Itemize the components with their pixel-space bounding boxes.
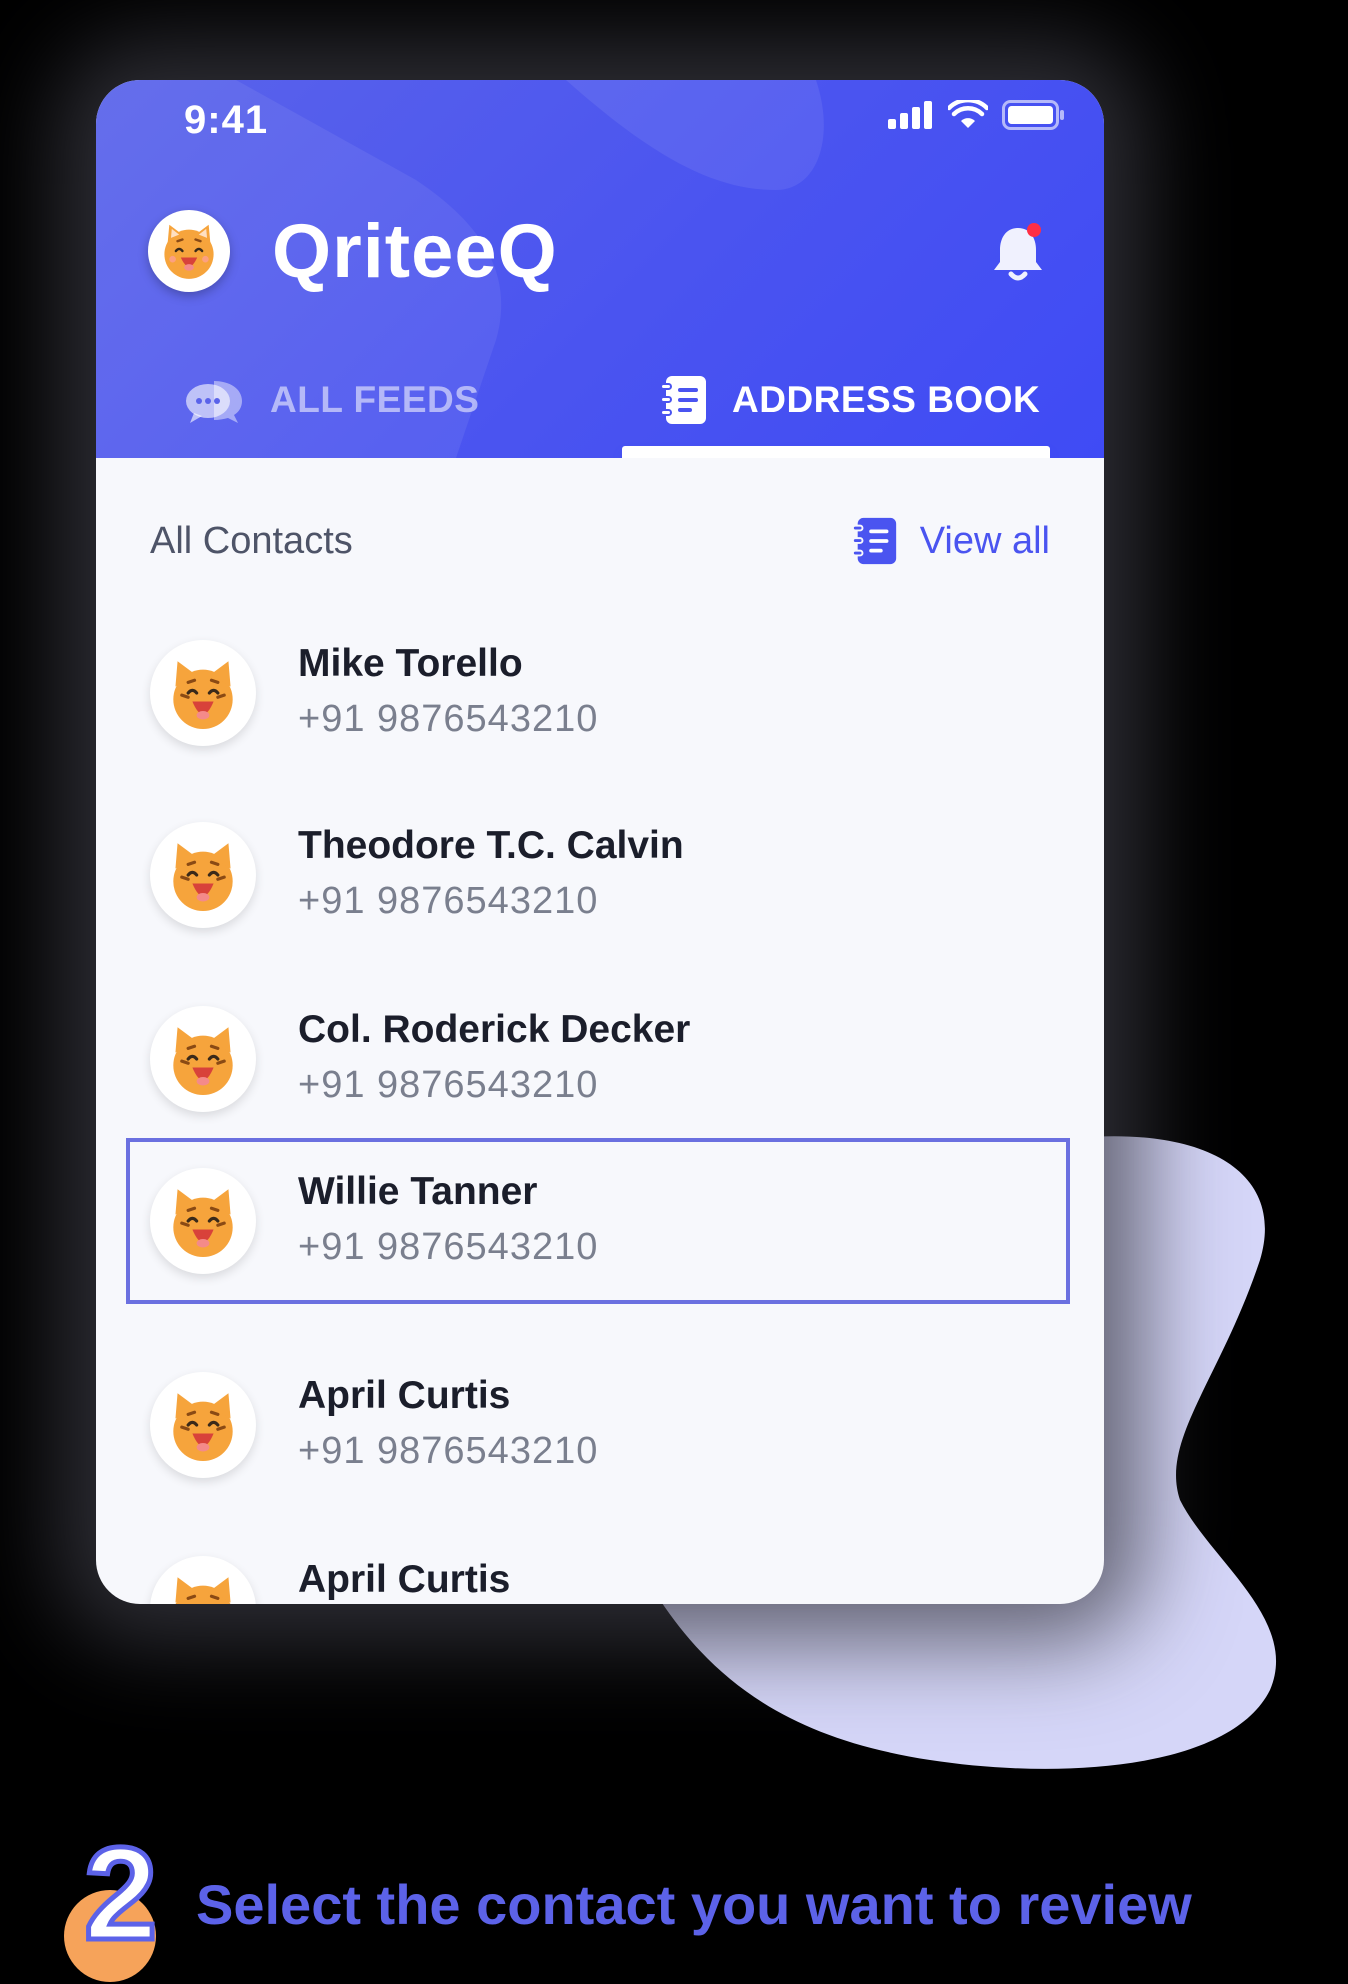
contact-avatar — [150, 1006, 256, 1112]
step-instruction: Select the contact you want to review — [196, 1873, 1192, 1936]
contact-row[interactable]: Col. Roderick Decker +91 9876543210 — [126, 976, 1070, 1142]
status-icons — [888, 100, 1066, 130]
contact-name: April Curtis — [298, 1558, 511, 1601]
view-all-label: View all — [919, 519, 1050, 562]
app-header: 9:41 QriteeQ ALL FEEDS ADDRESS BOOK — [96, 80, 1104, 458]
app-logo-avatar[interactable] — [148, 210, 230, 292]
section-title: All Contacts — [150, 520, 353, 562]
contact-row[interactable]: Mike Torello +91 9876543210 — [126, 610, 1070, 776]
contact-row[interactable]: April Curtis +91 9876543210 — [126, 1342, 1070, 1508]
contact-avatar — [150, 1556, 256, 1604]
address-book-icon — [851, 517, 896, 565]
app-name: QriteeQ — [272, 209, 558, 294]
tab-all-feeds-label: ALL FEEDS — [270, 379, 480, 420]
tab-address-book[interactable]: ADDRESS BOOK — [658, 360, 1040, 440]
contact-phone: +91 9876543210 — [298, 698, 599, 740]
cat-face-icon — [175, 1577, 231, 1604]
cat-face-icon — [173, 1189, 233, 1258]
status-time: 9:41 — [184, 98, 269, 142]
contact-avatar — [150, 640, 256, 746]
contact-name: Col. Roderick Decker — [298, 1008, 691, 1051]
tab-all-feeds[interactable]: ALL FEEDS — [184, 360, 479, 440]
notification-bell-icon[interactable] — [988, 220, 1048, 284]
contact-row[interactable]: April Curtis — [126, 1526, 1070, 1604]
contact-avatar — [150, 1372, 256, 1478]
contact-phone: +91 9876543210 — [298, 1064, 599, 1106]
view-all-link[interactable]: View all — [850, 516, 1050, 566]
contact-phone: +91 9876543210 — [298, 880, 599, 922]
cat-face-icon — [164, 224, 214, 279]
contact-name: Willie Tanner — [298, 1170, 538, 1213]
active-tab-indicator — [622, 446, 1050, 458]
wifi-icon — [948, 100, 988, 128]
chat-bubbles-icon — [186, 381, 242, 423]
cat-face-icon — [173, 661, 233, 730]
contact-avatar — [150, 822, 256, 928]
contact-name: April Curtis — [298, 1374, 511, 1417]
contact-avatar — [150, 1168, 256, 1274]
cat-face-icon — [173, 1393, 233, 1462]
contact-row-selected[interactable]: Willie Tanner +91 9876543210 — [126, 1138, 1070, 1304]
cat-face-icon — [173, 1027, 233, 1096]
step-number: 2 — [81, 1818, 159, 1970]
signal-icon — [888, 101, 932, 129]
contact-name: Theodore T.C. Calvin — [298, 824, 684, 867]
contact-phone: +91 9876543210 — [298, 1226, 599, 1268]
contact-row[interactable]: Theodore T.C. Calvin +91 9876543210 — [126, 792, 1070, 958]
address-book-icon — [660, 376, 706, 424]
battery-icon — [1002, 100, 1064, 130]
tab-address-book-label: ADDRESS BOOK — [732, 379, 1041, 420]
phone-screen: 9:41 QriteeQ ALL FEEDS ADDRESS BOOK All … — [96, 80, 1104, 1604]
contact-name: Mike Torello — [298, 642, 523, 685]
contact-phone: +91 9876543210 — [298, 1430, 599, 1472]
cat-face-icon — [173, 843, 233, 912]
